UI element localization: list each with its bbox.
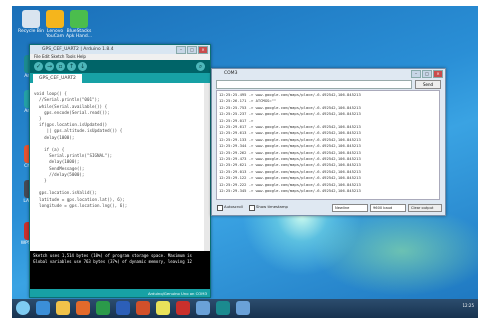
- close-button[interactable]: ×: [198, 46, 208, 54]
- editor-scrollbar[interactable]: [204, 83, 210, 251]
- app-icon: [70, 10, 88, 28]
- code-text: void loop() { //Serial.println("001"); w…: [34, 91, 128, 208]
- taskbar-excel-icon[interactable]: [96, 301, 110, 315]
- open-icon[interactable]: ↑: [67, 62, 76, 71]
- console-text: Sketch uses 1,514 bytes (10%) of program…: [33, 253, 192, 264]
- taskbar-serial-icon[interactable]: [236, 301, 250, 315]
- taskbar-ie-icon[interactable]: [36, 301, 50, 315]
- timestamp-checkbox[interactable]: [249, 205, 255, 211]
- ide-title-bar[interactable]: GPS_CEF_UART2 | Arduino 1.8.4 – □ ×: [30, 45, 210, 54]
- taskbar-word-icon[interactable]: [116, 301, 130, 315]
- new-icon[interactable]: ▫: [56, 62, 65, 71]
- maximize-button[interactable]: □: [187, 46, 197, 54]
- minimize-button[interactable]: –: [411, 70, 421, 78]
- taskbar-explorer-icon[interactable]: [56, 301, 70, 315]
- ide-title: GPS_CEF_UART2 | Arduino 1.8.4: [42, 47, 114, 52]
- close-button[interactable]: ×: [433, 70, 443, 78]
- arduino-ide-window[interactable]: GPS_CEF_UART2 | Arduino 1.8.4 – □ × File E…: [29, 44, 211, 298]
- serial-output[interactable]: 12:25:25.495 -> www.google.com/maps/plac…: [216, 90, 440, 200]
- timestamp-label: Show timestamp: [256, 204, 288, 209]
- desktop-icon[interactable]: BlueStacks Apk Hand...: [62, 10, 96, 39]
- autoscroll-label: Autoscroll: [224, 204, 243, 209]
- clock: 12:25: [462, 303, 474, 308]
- verify-icon[interactable]: ✓: [34, 62, 43, 71]
- taskbar: 12:25: [12, 299, 478, 318]
- serial-title-bar[interactable]: COM3 – □ ×: [212, 69, 445, 78]
- autoscroll-checkbox[interactable]: [217, 205, 223, 211]
- ide-status-bar: Arduino/Genuino Uno on COM3: [30, 290, 210, 297]
- wallpaper-glow-2: [312, 206, 478, 296]
- ide-window-controls: – □ ×: [175, 46, 208, 55]
- serial-output-text: 12:25:25.495 -> www.google.com/maps/plac…: [219, 92, 361, 194]
- taskbar-wps-icon[interactable]: [176, 301, 190, 315]
- ide-toolbar: ✓ → ▫ ↑ ↓ ⌕: [30, 60, 210, 73]
- taskbar-start-icon[interactable]: [16, 301, 30, 315]
- system-tray[interactable]: 12:25: [462, 303, 474, 308]
- taskbar-media-icon[interactable]: [76, 301, 90, 315]
- desktop-icon-label: BlueStacks Apk Hand...: [65, 29, 93, 39]
- serial-send-input[interactable]: [216, 80, 412, 89]
- taskbar-powerpoint-icon[interactable]: [136, 301, 150, 315]
- taskbar-arduino-icon[interactable]: [216, 301, 230, 315]
- taskbar-app-icon[interactable]: [196, 301, 210, 315]
- line-ending-select[interactable]: Newline: [332, 204, 368, 212]
- upload-icon[interactable]: →: [45, 62, 54, 71]
- maximize-button[interactable]: □: [422, 70, 432, 78]
- minimize-button[interactable]: –: [176, 46, 186, 54]
- tab-sketch[interactable]: GPS_CEF_UART2: [33, 74, 82, 83]
- code-editor[interactable]: void loop() { //Serial.println("001"); w…: [30, 83, 204, 251]
- baud-select[interactable]: 9600 baud: [370, 204, 406, 212]
- send-button[interactable]: Send: [415, 80, 441, 89]
- serial-bottom-bar: Autoscroll Show timestamp Newline 9600 b…: [212, 201, 445, 215]
- serial-window-controls: – □ ×: [410, 70, 443, 79]
- serial-monitor-window[interactable]: COM3 – □ × Send 12:25:25.495 -> www.google…: [211, 68, 446, 216]
- clear-output-button[interactable]: Clear output: [408, 204, 442, 212]
- serial-title: COM3: [224, 71, 238, 76]
- ide-tab-bar: GPS_CEF_UART2: [30, 73, 210, 83]
- ide-console: Sketch uses 1,514 bytes (10%) of program…: [30, 251, 210, 289]
- save-icon[interactable]: ↓: [78, 62, 87, 71]
- taskbar-chrome-icon[interactable]: [156, 301, 170, 315]
- serial-monitor-icon[interactable]: ⌕: [196, 62, 205, 71]
